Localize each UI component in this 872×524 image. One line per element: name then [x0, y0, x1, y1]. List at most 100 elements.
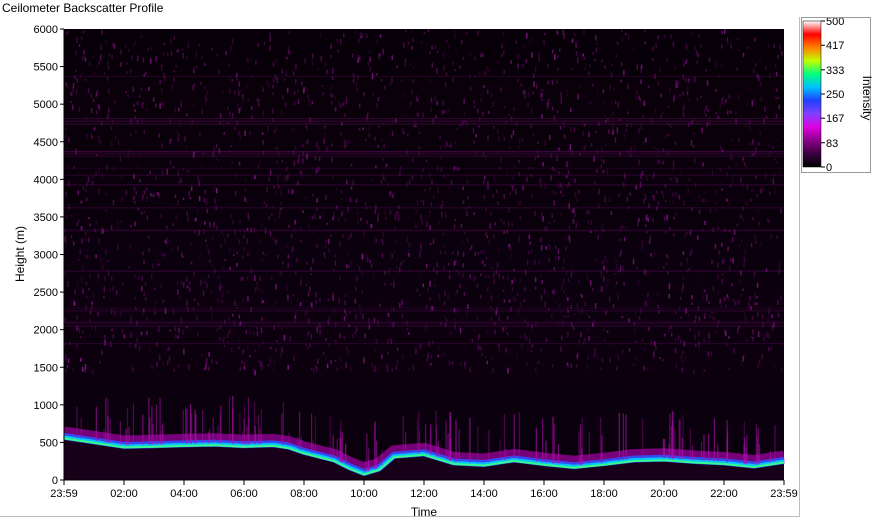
noise-speckle [344, 294, 346, 297]
noise-speckle [407, 41, 410, 46]
noise-speckle [624, 226, 627, 229]
noise-speckle [456, 289, 458, 294]
aerosol-streak [242, 431, 244, 445]
noise-speckle [662, 194, 665, 199]
noise-speckle [602, 99, 605, 104]
noise-speckle [141, 286, 143, 292]
noise-speckle [777, 54, 779, 59]
noise-speckle [755, 240, 757, 244]
noise-speckle [717, 274, 719, 280]
noise-speckle [95, 219, 98, 225]
noise-speckle [688, 177, 691, 182]
noise-speckle [570, 126, 572, 132]
noise-speckle [228, 63, 230, 66]
aerosol-streak [336, 438, 338, 461]
noise-speckle [703, 198, 706, 203]
noise-speckle [273, 130, 275, 134]
noise-speckle [384, 176, 386, 181]
noise-speckle [411, 157, 414, 163]
noise-speckle [160, 64, 163, 69]
noise-speckle [376, 73, 378, 76]
noise-speckle [126, 71, 128, 74]
noise-speckle [513, 277, 515, 282]
noise-speckle [98, 135, 100, 142]
noise-speckle [623, 281, 625, 286]
noise-speckle [345, 99, 348, 104]
noise-speckle [127, 94, 129, 98]
aerosol-streak [717, 443, 719, 462]
noise-speckle [436, 50, 439, 53]
noise-speckle [312, 193, 314, 197]
noise-speckle [234, 190, 237, 196]
noise-speckle [159, 201, 161, 204]
noise-speckle [698, 316, 701, 322]
noise-speckle [575, 51, 578, 57]
noise-speckle [256, 327, 258, 330]
noise-speckle [331, 77, 334, 80]
noise-speckle [330, 92, 332, 98]
noise-speckle [553, 267, 556, 271]
noise-speckle [357, 58, 359, 63]
noise-speckle [82, 367, 84, 372]
noise-speckle [190, 186, 193, 192]
noise-speckle [708, 301, 710, 304]
noise-speckle [340, 131, 342, 136]
noise-speckle [134, 344, 137, 348]
noise-speckle [292, 293, 295, 297]
noise-speckle [311, 215, 314, 220]
noise-speckle [337, 217, 340, 221]
noise-speckle [416, 98, 419, 102]
noise-speckle [195, 51, 198, 58]
noise-speckle [490, 93, 493, 97]
noise-speckle [606, 330, 609, 333]
noise-speckle [734, 301, 737, 306]
noise-speckle [93, 127, 96, 131]
noise-speckle [620, 62, 623, 67]
noise-speckle [302, 210, 304, 214]
noise-speckle [64, 272, 67, 276]
noise-band [64, 270, 784, 272]
noise-speckle [537, 141, 539, 144]
noise-speckle [560, 96, 562, 100]
noise-speckle [354, 30, 357, 34]
noise-speckle [98, 238, 100, 244]
aerosol-streak [190, 404, 192, 444]
noise-speckle [89, 318, 91, 322]
noise-speckle [359, 32, 362, 37]
noise-speckle [550, 175, 552, 181]
noise-speckle [774, 188, 776, 195]
noise-speckle [590, 220, 593, 225]
noise-speckle [208, 249, 210, 255]
noise-speckle [641, 240, 644, 245]
noise-speckle [261, 132, 264, 135]
noise-speckle [451, 361, 454, 365]
noise-speckle [201, 108, 203, 115]
noise-speckle [511, 280, 513, 285]
noise-speckle [473, 100, 475, 104]
noise-speckle [731, 283, 733, 286]
noise-speckle [730, 154, 732, 160]
noise-speckle [426, 358, 428, 362]
noise-speckle [374, 348, 377, 353]
noise-speckle [734, 112, 737, 115]
noise-speckle [374, 210, 376, 215]
noise-speckle [197, 332, 199, 337]
noise-speckle [288, 224, 290, 229]
noise-speckle [567, 279, 570, 282]
noise-speckle [735, 163, 737, 166]
noise-speckle [533, 259, 536, 265]
noise-speckle [358, 266, 361, 271]
noise-speckle [95, 254, 97, 258]
noise-speckle [615, 54, 617, 58]
noise-speckle [439, 205, 441, 208]
noise-speckle [119, 311, 122, 317]
noise-speckle [471, 338, 474, 343]
noise-band [64, 307, 784, 309]
noise-speckle [498, 316, 500, 321]
noise-speckle [573, 33, 576, 36]
aerosol-streak [458, 429, 460, 463]
noise-speckle [547, 80, 549, 85]
noise-speckle [527, 102, 529, 107]
chart-area[interactable]: 0 500 1000 1500 2000 2500 3000 3500 4000 4500 5000… [0, 0, 800, 524]
noise-speckle [101, 264, 104, 270]
